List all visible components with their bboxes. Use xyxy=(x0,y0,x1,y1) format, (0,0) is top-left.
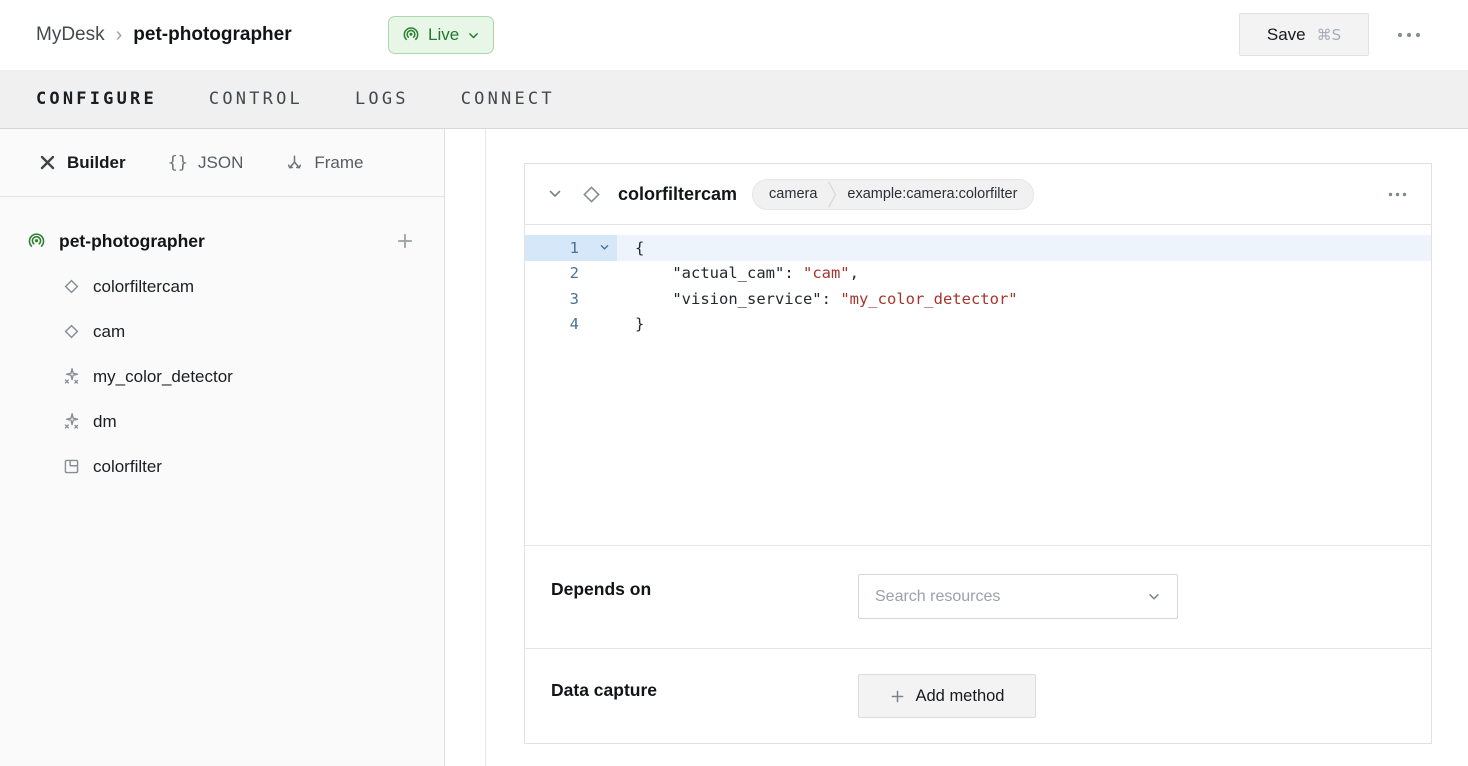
gutter: 1 xyxy=(525,235,617,261)
line-number: 1 xyxy=(525,239,579,257)
resource-title: colorfiltercam xyxy=(618,184,737,205)
data-capture-section: Data capture Add method xyxy=(525,648,1431,743)
tree-root-machine[interactable]: pet-photographer xyxy=(0,218,444,264)
code-token-string: "cam" xyxy=(803,264,850,282)
view-tab-json-label: JSON xyxy=(198,153,243,173)
tab-connect[interactable]: CONNECT xyxy=(461,89,555,109)
code-token-string: "my_color_detector" xyxy=(840,290,1017,308)
code-token: { xyxy=(635,239,644,257)
code-token: , xyxy=(850,264,859,282)
breadcrumb-separator: › xyxy=(116,24,123,47)
top-header: MyDesk › pet-photographer Live Save ⌘S xyxy=(0,0,1468,70)
code-line-3[interactable]: 3 "vision_service": "my_color_detector" xyxy=(525,286,1431,312)
config-main-panel: colorfiltercam camera example:camera:col… xyxy=(446,129,1468,766)
gutter: 2 xyxy=(525,261,617,287)
chevron-down-icon xyxy=(1147,590,1161,604)
tree-item-label: cam xyxy=(93,322,125,342)
config-sidebar: Builder {} JSON Frame xyxy=(0,129,445,766)
frame-axes-icon xyxy=(285,153,304,172)
tab-configure[interactable]: CONFIGURE xyxy=(36,89,157,109)
live-status-dropdown[interactable]: Live xyxy=(388,16,494,54)
data-capture-label: Data capture xyxy=(551,680,657,701)
resource-type-model-pill: camera example:camera:colorfilter xyxy=(752,179,1034,210)
resource-menu-button[interactable] xyxy=(1386,186,1409,203)
tree-item-dm[interactable]: dm xyxy=(0,399,444,444)
resource-tree: pet-photographer colorfiltercam cam xyxy=(0,197,444,489)
view-tab-frame-label: Frame xyxy=(314,153,363,173)
search-resources-placeholder: Search resources xyxy=(875,588,1000,606)
tab-control[interactable]: CONTROL xyxy=(209,89,303,109)
tree-item-colorfiltercam[interactable]: colorfiltercam xyxy=(0,264,444,309)
diamond-icon xyxy=(62,322,81,341)
code-token xyxy=(635,290,672,308)
tree-item-label: my_color_detector xyxy=(93,367,233,387)
line-number: 4 xyxy=(525,315,579,333)
tree-item-label: colorfiltercam xyxy=(93,277,194,297)
panel-divider xyxy=(485,129,486,766)
diamond-icon xyxy=(62,277,81,296)
depends-on-section: Depends on Search resources xyxy=(525,545,1431,648)
depends-on-search-select[interactable]: Search resources xyxy=(858,574,1178,619)
chevron-down-icon xyxy=(467,29,480,42)
broadcast-icon xyxy=(402,26,420,44)
code-token-key: "actual_cam" xyxy=(672,264,784,282)
resource-model-tag: example:camera:colorfilter xyxy=(838,186,1033,202)
ellipsis-icon xyxy=(1397,32,1421,38)
sparkle-icon xyxy=(62,412,81,431)
resource-type-tag: camera xyxy=(753,186,826,202)
diamond-icon xyxy=(580,183,603,206)
app-window: MyDesk › pet-photographer Live Save ⌘S xyxy=(0,0,1468,766)
json-attributes-editor[interactable]: 1 { 2 "actual_cam": "cam", xyxy=(525,225,1431,545)
add-method-label: Add method xyxy=(916,687,1005,706)
gutter: 4 xyxy=(525,312,617,338)
save-shortcut-hint: ⌘S xyxy=(1317,26,1342,44)
code-token: : xyxy=(822,290,841,308)
breadcrumb: MyDesk › pet-photographer xyxy=(36,0,292,70)
sparkle-icon xyxy=(62,367,81,386)
breadcrumb-current-machine: pet-photographer xyxy=(133,24,291,46)
module-icon xyxy=(62,457,81,476)
code-line-4[interactable]: 4 } xyxy=(525,312,1431,338)
line-number: 2 xyxy=(525,264,579,282)
code-token-key: "vision_service" xyxy=(672,290,821,308)
view-tab-frame[interactable]: Frame xyxy=(285,153,363,173)
more-options-button[interactable] xyxy=(1394,24,1424,46)
code-token: : xyxy=(784,264,803,282)
machine-nav-tabs: CONFIGURE CONTROL LOGS CONNECT xyxy=(0,70,1468,129)
tree-item-cam[interactable]: cam xyxy=(0,309,444,354)
line-number: 3 xyxy=(525,290,579,308)
tree-item-colorfilter[interactable]: colorfilter xyxy=(0,444,444,489)
save-button[interactable]: Save ⌘S xyxy=(1239,13,1369,56)
collapse-chevron-icon[interactable] xyxy=(547,186,563,202)
tree-item-label: dm xyxy=(93,412,117,432)
tree-root-label: pet-photographer xyxy=(59,231,205,252)
tab-logs[interactable]: LOGS xyxy=(355,89,409,109)
view-tab-builder[interactable]: Builder xyxy=(38,153,126,173)
code-line-2[interactable]: 2 "actual_cam": "cam", xyxy=(525,261,1431,287)
depends-on-label: Depends on xyxy=(551,579,651,600)
pill-chevron-divider xyxy=(826,180,838,209)
broadcast-icon xyxy=(27,232,46,251)
tree-item-label: colorfilter xyxy=(93,457,162,477)
view-tab-json[interactable]: {} JSON xyxy=(168,153,244,173)
live-status-label: Live xyxy=(428,25,459,45)
breadcrumb-root-link[interactable]: MyDesk xyxy=(36,24,105,46)
code-token: } xyxy=(635,315,644,333)
resource-card-header: colorfiltercam camera example:camera:col… xyxy=(525,164,1431,225)
add-resource-button[interactable] xyxy=(396,232,414,250)
add-method-button[interactable]: Add method xyxy=(858,674,1036,718)
code-token xyxy=(635,264,672,282)
view-tab-builder-label: Builder xyxy=(67,153,126,173)
fold-chevron-icon[interactable] xyxy=(579,242,617,253)
gutter: 3 xyxy=(525,286,617,312)
tools-icon xyxy=(38,153,57,172)
save-button-label: Save xyxy=(1267,25,1306,45)
plus-icon xyxy=(890,689,905,704)
resource-card-colorfiltercam: colorfiltercam camera example:camera:col… xyxy=(524,163,1432,744)
config-view-tabs: Builder {} JSON Frame xyxy=(0,129,444,197)
code-line-1[interactable]: 1 { xyxy=(525,235,1431,261)
braces-icon: {} xyxy=(168,153,188,173)
tree-item-my-color-detector[interactable]: my_color_detector xyxy=(0,354,444,399)
